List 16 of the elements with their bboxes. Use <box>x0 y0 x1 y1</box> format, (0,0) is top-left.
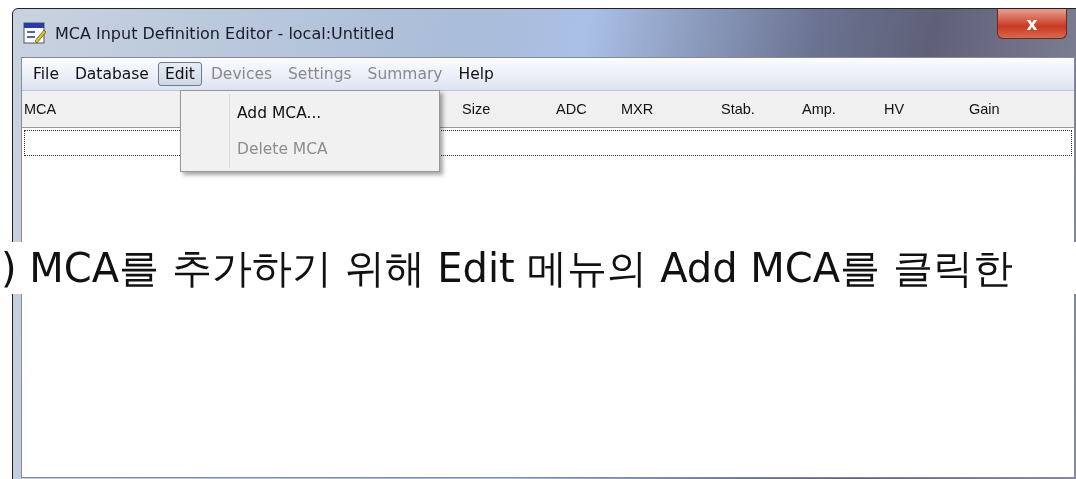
column-header[interactable]: Amp. <box>802 101 836 117</box>
column-header[interactable]: Size <box>462 101 491 117</box>
close-button[interactable]: x <box>997 9 1067 39</box>
column-header[interactable]: ADC <box>556 101 587 117</box>
column-header[interactable]: Stab. <box>721 101 755 117</box>
menu-item[interactable]: Help <box>451 62 501 86</box>
column-header[interactable]: Gain <box>969 101 1000 117</box>
column-header[interactable]: MCA <box>24 101 57 117</box>
menu-item[interactable]: Database <box>67 62 156 86</box>
column-header[interactable]: MXR <box>621 101 654 117</box>
window-title: MCA Input Definition Editor - local:Untitled <box>55 23 395 43</box>
menu-item[interactable]: Add MCA... <box>181 95 439 131</box>
menu-item[interactable]: File <box>26 62 66 86</box>
app-icon <box>23 21 47 45</box>
menu-item[interactable]: Edit <box>157 62 202 86</box>
column-header[interactable]: HV <box>884 101 905 117</box>
